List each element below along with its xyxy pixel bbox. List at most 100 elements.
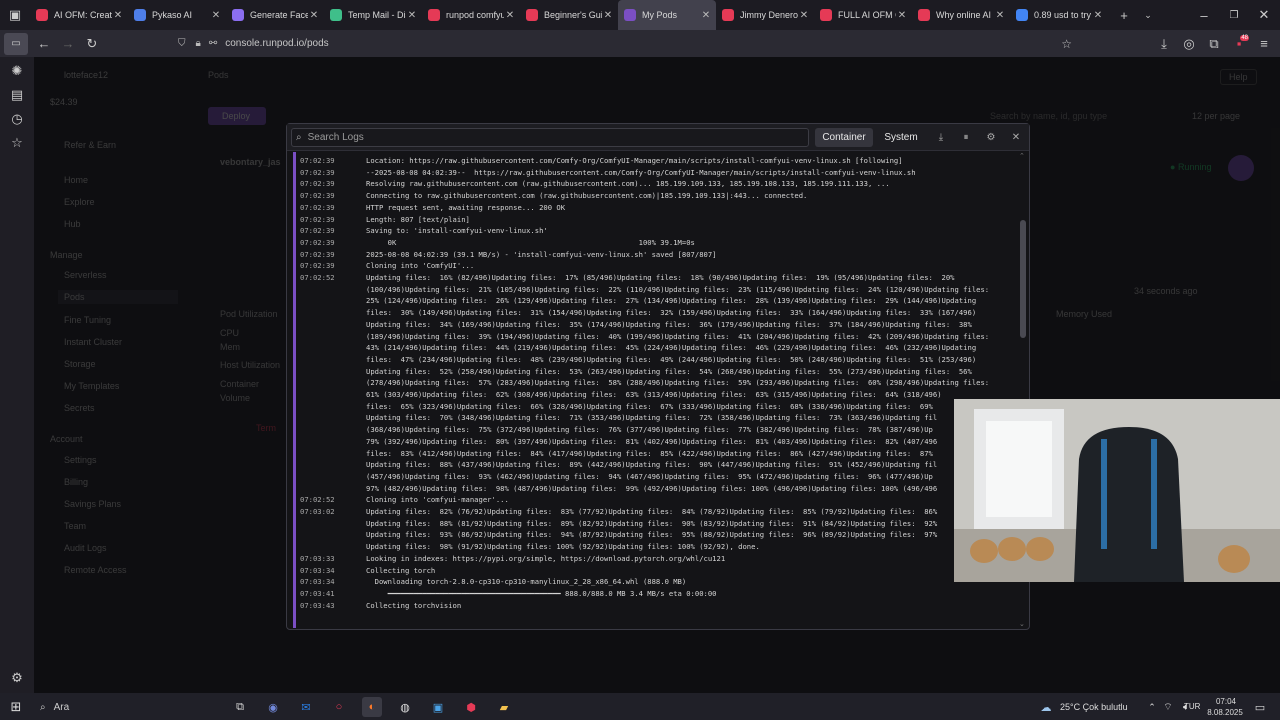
tab-overview-icon[interactable]: ▣ <box>0 4 30 26</box>
settings-icon[interactable]: ⚙ <box>981 128 1001 147</box>
browser-tab[interactable]: Jimmy Denero - ✕ <box>716 0 814 30</box>
log-text: Resolving raw.githubusercontent.com (raw… <box>366 179 890 189</box>
pin-app-icon[interactable]: ⬢ <box>461 697 481 717</box>
log-text: Connecting to raw.githubusercontent.com … <box>366 191 808 201</box>
log-text: Cloning into 'comfyui-manager'... <box>366 495 509 505</box>
firefox-icon[interactable]: ◐ <box>362 697 382 717</box>
browser-tab[interactable]: Beginner's Guide✕ <box>520 0 618 30</box>
tab-title: FULL AI OFM CO <box>838 10 896 20</box>
clock-date[interactable]: 8.08.2025 <box>1200 708 1250 717</box>
extension-badge-icon[interactable]: ▪ 48 <box>1227 33 1251 55</box>
log-scrollbar-thumb[interactable] <box>1020 220 1026 338</box>
sidebar-toggle-icon[interactable]: ▭ <box>4 32 28 55</box>
browser-tab[interactable]: Why online AI In✕ <box>912 0 1010 30</box>
task-view-icon[interactable]: ⧉ <box>230 697 250 717</box>
tab-close-icon[interactable]: ✕ <box>994 10 1006 21</box>
tab-close-icon[interactable]: ✕ <box>308 10 320 21</box>
extension-badge: 48 <box>1240 34 1249 41</box>
log-text: (457/496)Updating files: 93% (462/496)Up… <box>366 471 933 481</box>
tab-close-icon[interactable]: ✕ <box>112 10 124 21</box>
discord-icon[interactable]: ◉ <box>263 697 283 717</box>
tab-close-icon[interactable]: ✕ <box>1092 10 1104 21</box>
site-settings-icon: ⚯ <box>208 38 218 49</box>
taskbar-search[interactable]: ⌕ Ara <box>36 697 224 717</box>
menu-icon[interactable]: ≡ <box>1252 33 1276 55</box>
browser-tab[interactable]: Generate Face | ✕ <box>226 0 324 30</box>
maximize-button[interactable]: ❐ <box>1222 4 1246 26</box>
bookmarks-icon[interactable]: ☆ <box>5 132 29 154</box>
url-text: console.runpod.io/pods <box>225 38 329 49</box>
tab-close-icon[interactable]: ✕ <box>700 10 712 21</box>
log-search-input[interactable]: ⌕ Search Logs <box>291 128 809 147</box>
tab-close-icon[interactable]: ✕ <box>210 10 222 21</box>
log-text: Updating files: 52% (258/496)Updating fi… <box>366 366 972 376</box>
browser-sidebar: ✺ ▤ ◷ ☆ ⚙ <box>0 57 34 693</box>
log-text: (368/496)Updating files: 75% (372/496)Up… <box>366 425 933 435</box>
tab-close-icon[interactable]: ✕ <box>504 10 516 21</box>
logs-modal: ⌕ Search Logs Container System ⤓ ⏸ ⚙ ✕ 0… <box>286 123 1030 630</box>
windows-start-icon[interactable]: ⊞ <box>6 697 26 717</box>
url-bar[interactable]: ⛉ 🔒︎ ⚯ console.runpod.io/pods ☆ <box>178 33 1082 54</box>
customize-sidebar-icon[interactable]: ⚙ <box>5 667 29 689</box>
log-text: files: 83% (412/496)Updating files: 84% … <box>366 448 933 458</box>
close-icon[interactable]: ✕ <box>1006 128 1026 147</box>
weather-text[interactable]: 25°C Çok bulutlu <box>1060 702 1128 712</box>
language-indicator[interactable]: TUR <box>1184 702 1200 711</box>
pause-logs-icon[interactable]: ⏸ <box>956 128 976 147</box>
browser-tab[interactable]: Pykaso AI ✕ <box>128 0 226 30</box>
scroll-down-icon[interactable]: ⌄ <box>1019 620 1025 628</box>
file-explorer-icon[interactable]: ▰ <box>494 697 514 717</box>
container-logs-button[interactable]: Container <box>815 128 873 147</box>
browser-tab[interactable]: FULL AI OFM CO✕ <box>814 0 912 30</box>
browser-tab[interactable]: 0.89 usd to try - ✕ <box>1010 0 1108 30</box>
back-icon[interactable]: ← <box>32 33 56 55</box>
system-logs-button[interactable]: System <box>879 128 923 147</box>
log-text: Updating files: 93% (86/92)Updating file… <box>366 530 938 540</box>
tab-close-icon[interactable]: ✕ <box>896 10 908 21</box>
log-timestamp: 07:02:39 <box>300 226 335 236</box>
log-text: Location: https://raw.githubusercontent.… <box>366 156 903 165</box>
bookmark-star-icon[interactable]: ☆ <box>1061 37 1072 51</box>
tab-favicon-icon <box>232 9 244 21</box>
log-timestamp: 07:03:41 <box>300 588 335 598</box>
browser-tab[interactable]: My Pods ✕ <box>618 0 716 30</box>
tab-close-icon[interactable]: ✕ <box>602 10 614 21</box>
obs-icon[interactable]: ◍ <box>395 697 415 717</box>
account-icon[interactable]: ◎ <box>1177 33 1201 55</box>
tab-close-icon[interactable]: ✕ <box>406 10 418 21</box>
weather-icon[interactable]: ☁ <box>1036 697 1056 717</box>
tab-favicon-icon <box>330 9 342 21</box>
outlook-icon[interactable]: ✉ <box>296 697 316 717</box>
tab-favicon-icon <box>624 9 636 21</box>
browser-tab[interactable]: runpod comfyui ✕ <box>422 0 520 30</box>
tab-list-chevron-icon[interactable]: ⌄ <box>1136 4 1160 26</box>
log-text: files: 65% (323/496)Updating files: 66% … <box>366 401 933 411</box>
log-timestamp: 07:03:33 <box>300 553 335 563</box>
log-timestamp: 07:03:43 <box>300 600 335 610</box>
minimize-button[interactable]: – <box>1192 4 1216 26</box>
log-output[interactable]: 07:02:39 Location: https://raw.githubuser… <box>293 152 1017 628</box>
tab-title: Pykaso AI <box>152 10 193 20</box>
log-text: Updating files: 34% (169/496)Updating fi… <box>366 319 972 329</box>
reload-icon[interactable]: ↻ <box>80 33 104 55</box>
browser-tab[interactable]: Temp Mail - Disp✕ <box>324 0 422 30</box>
extensions-icon[interactable]: ⧉ <box>1202 33 1226 55</box>
clock-time[interactable]: 07:04 <box>1212 697 1240 706</box>
ai-chat-icon[interactable]: ✺ <box>5 60 29 82</box>
app-window-icon[interactable]: ▣ <box>428 697 448 717</box>
browser-tab[interactable]: AI OFM: Create a✕ <box>30 0 128 30</box>
new-tab-button[interactable]: + <box>1112 4 1136 26</box>
lock-icon: 🔒︎ <box>195 38 201 49</box>
opera-icon[interactable]: ○ <box>329 697 349 717</box>
history-icon[interactable]: ◷ <box>5 108 29 130</box>
downloads-icon[interactable]: ⤓ <box>1152 33 1176 55</box>
browser-nav-bar: ▭ ← → ↻ ⛉ 🔒︎ ⚯ console.runpod.io/pods ☆ … <box>0 30 1280 57</box>
notifications-icon[interactable]: ▭ <box>1250 697 1270 717</box>
network-icon[interactable]: ⌔ <box>1158 697 1178 717</box>
synced-tabs-icon[interactable]: ▤ <box>5 84 29 106</box>
download-logs-icon[interactable]: ⤓ <box>931 128 951 147</box>
forward-icon[interactable]: → <box>56 33 80 55</box>
close-window-button[interactable]: ✕ <box>1252 4 1276 26</box>
scroll-up-icon[interactable]: ⌃ <box>1019 152 1025 160</box>
tab-close-icon[interactable]: ✕ <box>798 10 810 21</box>
